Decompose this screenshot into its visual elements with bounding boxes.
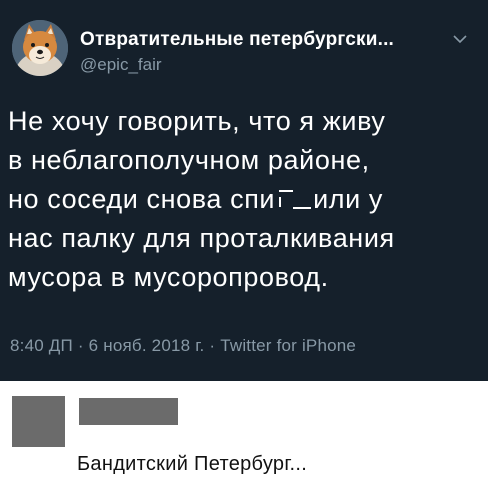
tweet-text-line: но соседи снова спи или у [8,180,478,219]
tweet-text-line: нас палку для проталкивания [8,223,395,253]
caption-row: Бандитский Петербург... [0,381,488,496]
meta-separator: · [72,336,89,355]
tweet-text-fragment: или у [313,184,384,214]
tweet-card: Отвратительные петербургски... @epic_fai… [0,0,488,381]
redacted-avatar [12,396,65,447]
tweet-meta: 8:40 ДП · 6 нояб. 2018 г. · Twitter for … [10,336,356,356]
censored-word-patch [275,187,314,211]
shiba-inu-avatar-icon[interactable] [12,20,68,76]
tweet-text-line: Не хочу говорить, что я живу [8,106,386,136]
tweet-text-line: в неблагополучном районе, [8,145,370,175]
meta-separator: · [204,336,221,355]
tweet-date[interactable]: 6 нояб. 2018 г. [89,336,205,355]
tweet-time[interactable]: 8:40 ДП [10,336,73,355]
tweet-text-line: мусора в мусоропровод. [8,262,329,292]
tweet-text: Не хочу говорить, что я живу в неблагопо… [8,102,478,297]
tweet-text-fragment: но соседи снова спи [8,184,276,214]
redacted-name [79,398,178,425]
handle[interactable]: @epic_fair [80,55,162,75]
tweet-source[interactable]: Twitter for iPhone [220,336,356,355]
caption-text: Бандитский Петербург... [77,453,308,475]
chevron-down-icon[interactable] [452,32,468,44]
display-name[interactable]: Отвратительные петербургски... [80,29,436,51]
